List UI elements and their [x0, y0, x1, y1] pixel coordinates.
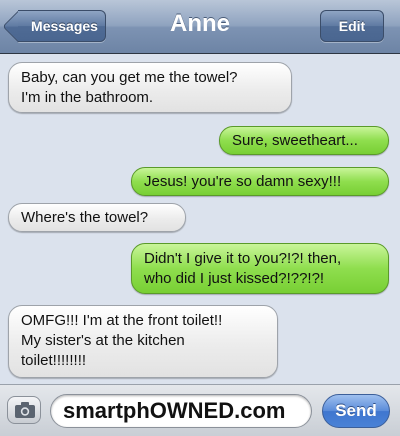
message-line: I'm in the bathroom. — [21, 89, 154, 106]
message-bubble-received: Where's the towel? — [8, 203, 186, 232]
camera-icon — [15, 402, 35, 418]
nav-bar: Messages Anne Edit — [0, 0, 400, 54]
camera-button[interactable] — [7, 396, 41, 424]
message-bubble-received: Baby, can you get me the towel? I'm in t… — [8, 62, 292, 113]
message-bubble-sent: Didn't I give it to you?!?! then, who di… — [131, 243, 389, 294]
send-button[interactable]: Send — [322, 394, 390, 428]
message-line: Baby, can you get me the towel? — [21, 69, 238, 86]
message-bubble-sent: Sure, sweetheart... — [219, 126, 389, 155]
message-line: Jesus! you're so damn sexy!!! — [144, 173, 342, 190]
screen: Messages Anne Edit Baby, can you get me … — [0, 0, 400, 436]
back-button[interactable]: Messages — [18, 10, 106, 42]
message-line: Didn't I give it to you?!?! then, — [144, 250, 342, 267]
edit-button[interactable]: Edit — [320, 10, 384, 42]
message-line: OMFG!!! I'm at the front toilet!! — [21, 312, 223, 329]
message-line: who did I just kissed?!??!?! — [144, 270, 325, 287]
message-line: Where's the towel? — [21, 209, 149, 226]
message-input[interactable]: smartphOWNED.com — [50, 394, 312, 428]
message-line: Sure, sweetheart... — [232, 132, 358, 149]
message-line: My sister's at the kitchen — [21, 332, 185, 349]
message-line: toilet!!!!!!!! — [21, 352, 87, 369]
message-bubble-sent: Jesus! you're so damn sexy!!! — [131, 167, 389, 196]
message-bubble-received: OMFG!!! I'm at the front toilet!! My sis… — [8, 305, 278, 378]
compose-bar: smartphOWNED.com Send — [0, 384, 400, 436]
